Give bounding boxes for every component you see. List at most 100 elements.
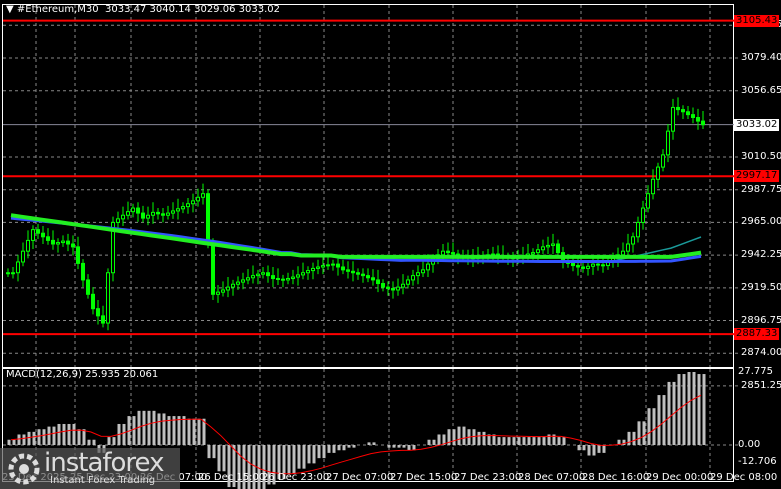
time-axis-label: 28 Dec 16:00: [582, 472, 650, 483]
candle-body: [396, 286, 400, 291]
candle-body: [681, 109, 685, 113]
macd-histogram-bar: [82, 429, 86, 445]
price-axis-label: 2987.75: [741, 183, 781, 195]
candle-body: [296, 274, 300, 278]
candle-body: [546, 244, 550, 248]
macd-histogram-bar: [642, 421, 646, 445]
candle-body: [691, 114, 695, 119]
macd-histogram-bar: [62, 423, 66, 445]
candle-body: [211, 243, 215, 295]
candle-body: [641, 207, 645, 223]
macd-histogram-bar: [122, 423, 126, 445]
instaforex-logo: instaforex Instant Forex Trading: [0, 448, 180, 489]
macd-histogram-bar: [682, 374, 686, 445]
macd-axis-label: 0.00: [738, 439, 761, 450]
macd-histogram-bar: [342, 445, 346, 451]
macd-histogram-bar: [17, 434, 21, 445]
macd-histogram-bar: [512, 437, 516, 445]
ohlc-close: 3033.02: [238, 4, 280, 15]
chart-canvas[interactable]: [0, 0, 781, 489]
candle-body: [6, 272, 10, 275]
macd-histogram-bar: [427, 439, 431, 445]
candle-body: [231, 283, 235, 288]
candle-body: [406, 279, 410, 285]
candle-body: [106, 272, 110, 324]
macd-histogram-bar: [652, 408, 656, 445]
candle-body: [266, 272, 270, 277]
candle-body: [661, 154, 665, 168]
macd-histogram-bar: [92, 439, 96, 445]
price-axis-label: 3010.50: [741, 151, 781, 163]
candle-body: [401, 283, 405, 288]
candle-body: [66, 240, 70, 245]
macd-histogram-bar: [147, 410, 151, 445]
macd-histogram-bar: [522, 437, 526, 445]
candle-body: [246, 277, 250, 281]
candle-body: [441, 250, 445, 256]
candle-body: [326, 264, 330, 267]
candle-body: [346, 269, 350, 272]
macd-histogram-bar: [692, 372, 696, 445]
candle-body: [61, 240, 65, 244]
candle-body: [46, 236, 50, 241]
candle-body: [291, 276, 295, 279]
candle-body: [556, 243, 560, 254]
candle-body: [356, 272, 360, 275]
candle-body: [341, 266, 345, 271]
macd-histogram-bar: [222, 445, 226, 472]
macd-histogram-bar: [337, 445, 341, 451]
macd-histogram-bar: [697, 374, 701, 445]
chart-window[interactable]: ▼ #Ethereum,M30 3033.47 3040.14 3029.06 …: [0, 0, 781, 489]
level-price-tag: 2887.33: [734, 328, 780, 341]
candle-body: [121, 214, 125, 220]
macd-histogram-bar: [107, 437, 111, 445]
macd-histogram-bar: [322, 445, 326, 459]
candle-body: [601, 264, 605, 267]
macd-histogram-bar: [577, 445, 581, 451]
candle-body: [171, 210, 175, 214]
candle-body: [236, 281, 240, 285]
candle-body: [351, 270, 355, 274]
ohlc-low: 3029.06: [194, 4, 236, 15]
macd-histogram-bar: [177, 416, 181, 445]
candle-body: [586, 265, 590, 269]
candle-body: [76, 246, 80, 264]
ohlc-high: 3040.14: [149, 4, 191, 15]
candle-body: [391, 288, 395, 291]
macd-histogram-bar: [582, 445, 586, 451]
candle-body: [21, 250, 25, 263]
logo-tagline: Instant Forex Trading: [50, 475, 156, 486]
candle-body: [371, 277, 375, 281]
macd-histogram-bar: [647, 408, 651, 445]
macd-histogram-bar: [367, 442, 371, 445]
candle-body: [331, 263, 335, 266]
macd-histogram-bar: [352, 445, 356, 448]
macd-histogram-bar: [292, 445, 296, 474]
macd-histogram-bar: [347, 445, 351, 448]
price-axis-label: 2851.25: [741, 379, 781, 391]
macd-histogram-bar: [112, 437, 116, 445]
price-axis-label: 2919.50: [741, 281, 781, 293]
candle-body: [676, 106, 680, 111]
price-axis-label: 2965.00: [741, 216, 781, 228]
macd-histogram-bar: [602, 445, 606, 453]
price-axis-label: 2942.25: [741, 249, 781, 261]
candle-body: [151, 211, 155, 216]
current-price-tag: 3033.02: [734, 118, 780, 131]
price-axis-label: 3079.40: [741, 52, 781, 63]
time-axis-label: 27 Dec 07:00: [326, 472, 394, 483]
macd-histogram-bar: [157, 413, 161, 445]
candle-body: [651, 178, 655, 195]
macd-histogram-bar: [327, 445, 331, 453]
macd-histogram-bar: [497, 437, 501, 445]
macd-axis-label: -12.706: [738, 456, 777, 467]
macd-histogram-bar: [47, 426, 51, 445]
time-axis-label: 29 Dec 08:00: [710, 472, 778, 483]
macd-histogram-bar: [217, 445, 221, 472]
macd-histogram-bar: [627, 431, 631, 445]
macd-histogram-bar: [302, 445, 306, 469]
macd-histogram-bar: [52, 426, 56, 445]
time-axis-label: 26 Dec 23:00: [262, 472, 330, 483]
candle-body: [571, 262, 575, 267]
candle-body: [101, 315, 105, 324]
